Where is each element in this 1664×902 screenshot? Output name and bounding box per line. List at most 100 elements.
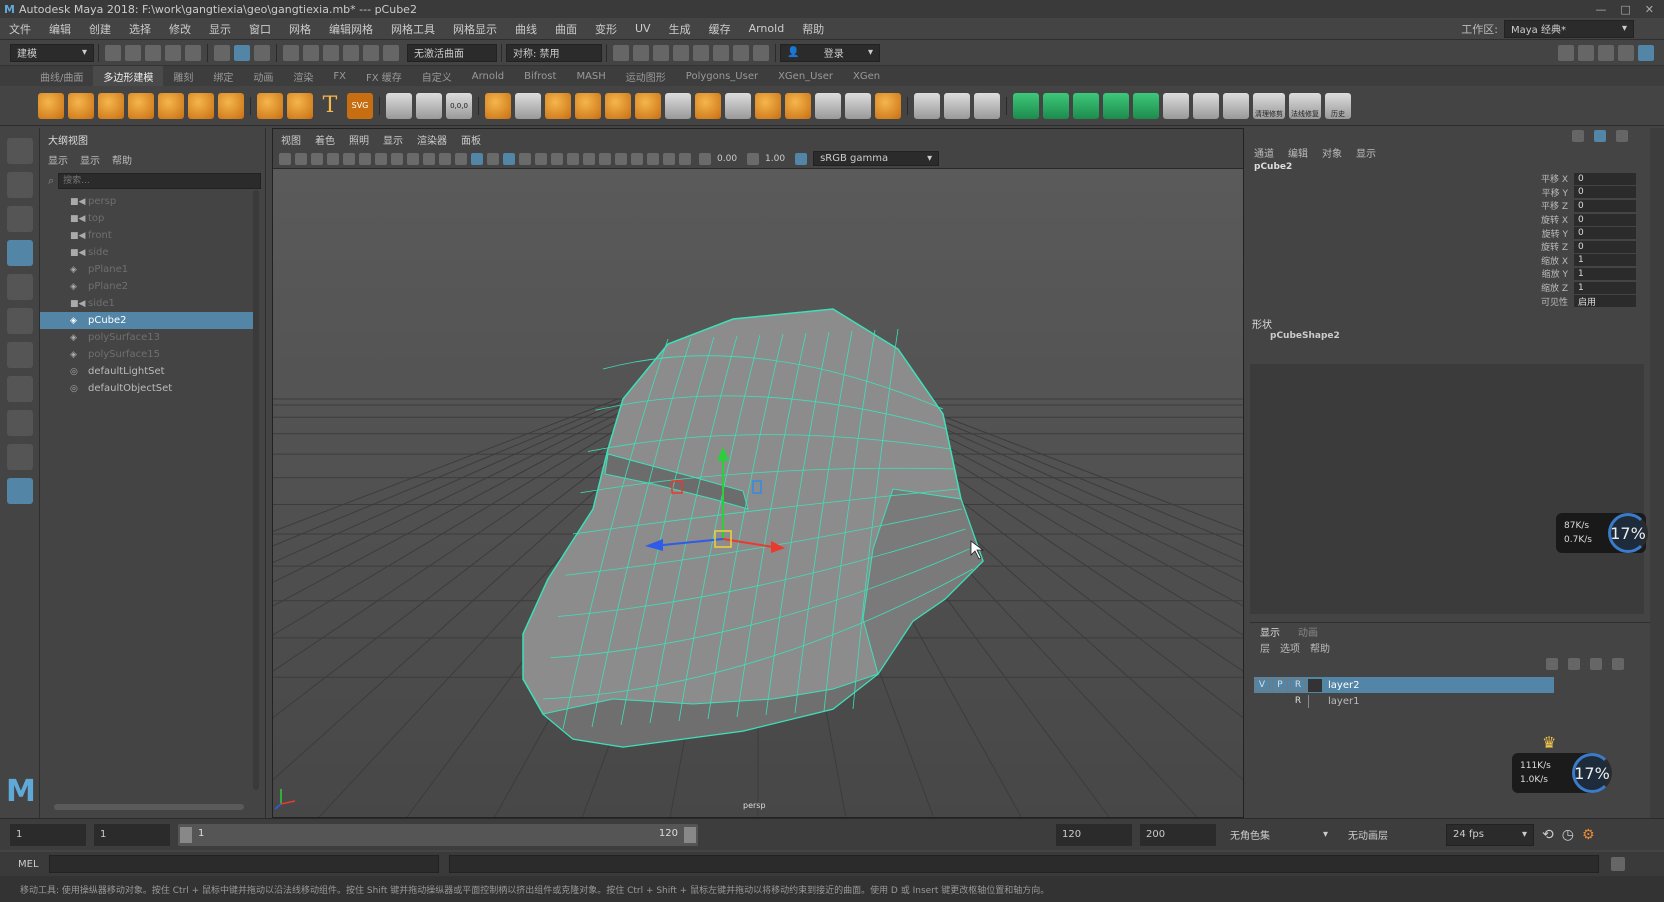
live-surface-field[interactable]: 无激活曲面 (407, 43, 497, 62)
maximize-icon[interactable]: □ (1620, 3, 1630, 16)
lasso-tool-icon[interactable] (7, 172, 33, 198)
cleanup-icon[interactable]: 清理修剪 (1253, 92, 1285, 119)
list-item[interactable]: ◈ pPlane1 (40, 261, 255, 278)
safe-action-icon[interactable] (423, 152, 435, 165)
xray-joints-icon[interactable] (663, 152, 675, 165)
channel-menu-object[interactable]: 对象 (1322, 145, 1342, 160)
channel-value[interactable]: 0 (1574, 199, 1636, 212)
shelf-tab-curves[interactable]: 曲线/曲面 (30, 66, 93, 86)
layer-color-swatch[interactable] (1308, 694, 1322, 708)
film-gate-icon[interactable] (359, 152, 371, 165)
minimize-icon[interactable]: — (1595, 3, 1606, 16)
center-pivot-icon[interactable] (386, 92, 412, 119)
fill-hole-icon[interactable] (725, 92, 751, 119)
list-item[interactable]: ◎ defaultLightSet (40, 363, 255, 380)
layer-reference-toggle[interactable]: R (1290, 695, 1306, 708)
xray-components-icon[interactable] (679, 152, 691, 165)
render-settings-icon[interactable] (673, 44, 689, 61)
layer-menu-layers[interactable]: 层 (1260, 640, 1270, 655)
paint-select-tool-icon[interactable] (7, 206, 33, 232)
layer-row[interactable]: V P R layer2 (1254, 677, 1554, 693)
multi-cut-icon[interactable] (914, 92, 940, 119)
playback-end-field[interactable]: 120 (1056, 823, 1132, 846)
render-icon[interactable] (633, 44, 649, 61)
checker-icon[interactable] (1163, 92, 1189, 119)
menu-surfaces[interactable]: 曲面 (555, 21, 577, 37)
target-weld-icon[interactable] (944, 92, 970, 119)
layer-row[interactable]: R layer1 (1254, 693, 1554, 709)
shelf-tab-polygons-user[interactable]: Polygons_User (676, 66, 768, 86)
loop-icon[interactable]: ⟲ (1542, 827, 1554, 843)
select-component-icon[interactable] (254, 44, 270, 61)
channel-row[interactable]: 旋转 Z 0 (1250, 240, 1636, 254)
automatic-uv-icon[interactable] (1103, 92, 1129, 119)
normal-fix-icon[interactable]: 法线修复 (1289, 92, 1321, 119)
boolean-union-icon[interactable] (575, 92, 601, 119)
shelf-tab-fx-caching[interactable]: FX 缓存 (356, 66, 412, 86)
exposure-value[interactable]: 0.00 (717, 154, 737, 164)
outliner-menu-help[interactable]: 帮助 (112, 152, 132, 167)
outliner-horizontal-scrollbar[interactable] (54, 804, 244, 810)
channel-box-pin-icon[interactable] (1572, 130, 1584, 142)
viewport-3d-canvas[interactable]: persp (0, 169, 1664, 830)
render-setup-icon[interactable] (713, 44, 729, 61)
menu-mesh-display[interactable]: 网格显示 (453, 21, 497, 37)
channel-value[interactable]: 1 (1574, 267, 1636, 280)
image-plane-icon[interactable] (327, 152, 339, 165)
snap-grid-icon[interactable] (283, 44, 299, 61)
outliner-layout-icon[interactable] (7, 478, 33, 504)
channel-value[interactable]: 0 (1574, 186, 1636, 199)
menu-help[interactable]: 帮助 (802, 21, 824, 37)
open-scene-icon[interactable] (125, 44, 141, 61)
channel-box-float-icon[interactable] (1616, 130, 1628, 142)
login-dropdown[interactable]: 👤 登录 ▾ (780, 43, 880, 62)
shadows-icon[interactable] (551, 152, 563, 165)
scale-tool-icon[interactable] (7, 308, 33, 334)
viewport-menu-panels[interactable]: 面板 (461, 132, 481, 147)
history-icon[interactable]: 历史 (1325, 92, 1351, 119)
character-set-dropdown[interactable]: 无角色集 ▾ (1224, 823, 1334, 846)
move-tool-icon[interactable] (7, 240, 33, 266)
scene-start-field[interactable]: 1 (10, 823, 86, 846)
bevel-icon[interactable] (875, 92, 901, 119)
layer-menu-help[interactable]: 帮助 (1310, 640, 1330, 655)
modeling-toolkit-icon[interactable] (1558, 44, 1574, 61)
channel-row[interactable]: 缩放 Z 1 (1250, 281, 1636, 295)
use-all-lights-icon[interactable] (535, 152, 547, 165)
new-layer-icon[interactable] (1590, 658, 1602, 670)
hypershade-icon[interactable] (693, 44, 709, 61)
boolean-difference-icon[interactable] (605, 92, 631, 119)
default-material-icon[interactable] (487, 152, 499, 165)
smooth-shade-icon[interactable] (471, 152, 483, 165)
render-view-icon[interactable] (613, 44, 629, 61)
camera-attributes-icon[interactable] (295, 152, 307, 165)
menu-edit-mesh[interactable]: 编辑网格 (329, 21, 373, 37)
snap-curve-icon[interactable] (303, 44, 319, 61)
grid-icon[interactable] (343, 152, 355, 165)
channel-box-settings-icon[interactable] (1594, 130, 1606, 142)
close-icon[interactable]: ✕ (1645, 3, 1654, 16)
range-slider[interactable]: 1 120 (178, 823, 698, 846)
make-live-icon[interactable] (383, 44, 399, 61)
poly-platonic-icon[interactable] (257, 92, 283, 119)
channel-menu-edit[interactable]: 编辑 (1288, 145, 1308, 160)
planar-uv-icon[interactable] (1013, 92, 1039, 119)
safe-title-icon[interactable] (439, 152, 451, 165)
menu-select[interactable]: 选择 (129, 21, 151, 37)
poly-superellipse-icon[interactable] (287, 92, 313, 119)
layer-visibility-toggle[interactable] (1254, 695, 1270, 708)
channel-row[interactable]: 缩放 Y 1 (1250, 267, 1636, 281)
bookmarks-icon[interactable] (311, 152, 323, 165)
shelf-tab-xgen-user[interactable]: XGen_User (768, 66, 843, 86)
shelf-tab-arnold[interactable]: Arnold (462, 66, 514, 86)
layer-reference-toggle[interactable]: R (1290, 678, 1306, 692)
channel-value[interactable]: 0 (1574, 240, 1636, 253)
layer-tab-display[interactable]: 显示 (1260, 624, 1280, 639)
shelf-tab-rigging[interactable]: 绑定 (203, 66, 243, 86)
persp-outliner-layout-icon[interactable] (7, 444, 33, 470)
channel-value[interactable]: 1 (1574, 281, 1636, 294)
channel-menu-channels[interactable]: 通道 (1254, 145, 1274, 160)
menu-windows[interactable]: 窗口 (249, 21, 271, 37)
new-layer-selected-icon[interactable] (1612, 658, 1624, 670)
list-item[interactable]: ■◀ top (40, 210, 255, 227)
